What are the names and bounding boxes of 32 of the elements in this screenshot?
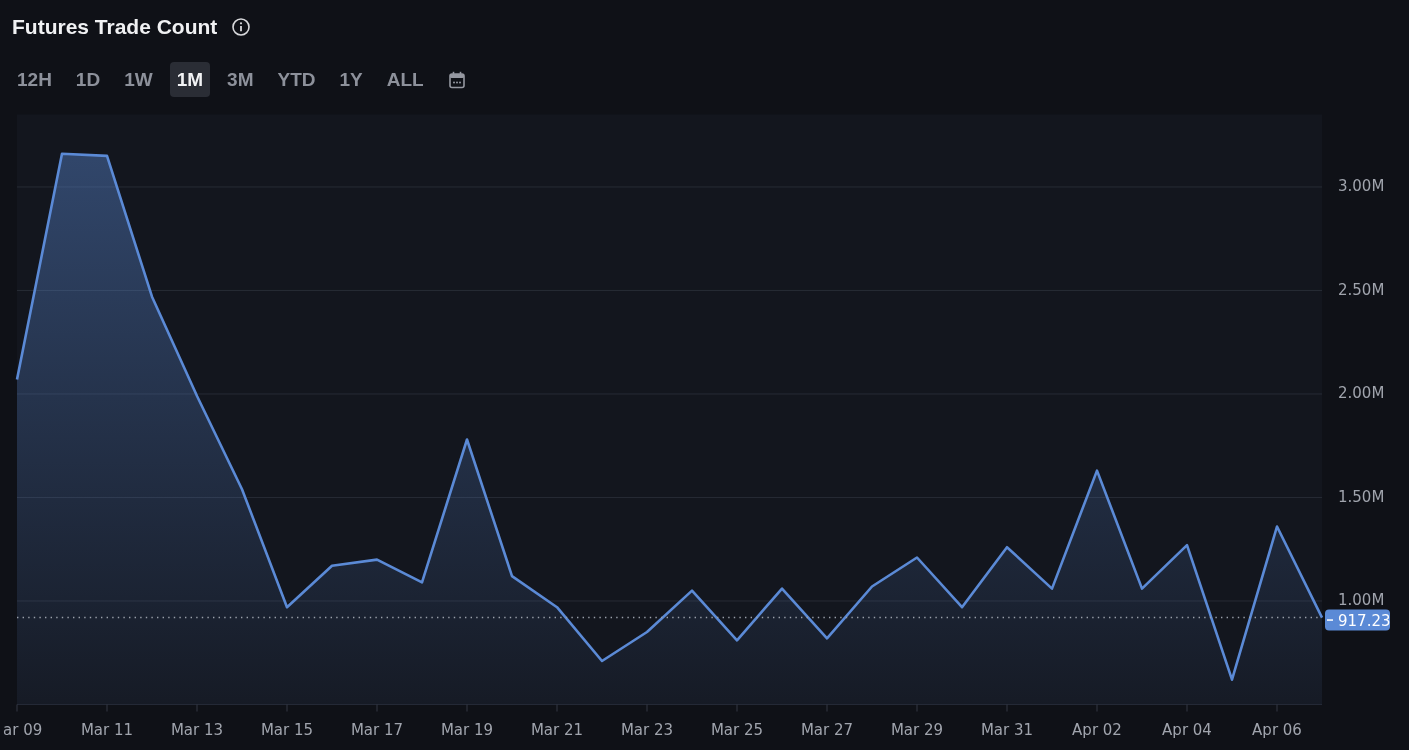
range-tab[interactable]: 12H [10,62,59,97]
y-axis-label: 2.00M [1338,384,1385,403]
x-axis-label: Mar 19 [440,721,494,739]
x-axis-label: Mar 11 [80,721,134,739]
x-axis-label: Apr 04 [1162,721,1212,739]
range-tab[interactable]: 1W [117,62,160,97]
x-axis-label: Mar 31 [980,721,1034,739]
y-axis-label: 1.00M [1338,591,1385,610]
x-axis-label: Mar 23 [620,721,674,739]
x-axis-label: Mar 17 [350,721,404,739]
info-icon[interactable] [232,18,251,36]
range-tab[interactable]: 3M [220,62,261,97]
range-tab[interactable]: ALL [379,62,431,97]
y-axis-label: 2.50M [1338,280,1385,299]
x-axis-label: ar 09 [3,721,43,739]
range-tab[interactable]: 1Y [332,62,370,97]
x-axis-label: Apr 06 [1252,721,1302,739]
chart-title: Futures Trade Count [12,15,218,39]
x-axis-label: Mar 15 [260,721,314,739]
x-axis-label: Mar 29 [890,721,944,739]
y-axis-label: 1.50M [1338,488,1385,506]
x-axis-label: Mar 13 [170,721,224,739]
range-tab[interactable]: 1M [169,62,211,97]
x-axis-label: Apr 02 [1072,721,1122,739]
x-axis-label: Mar 27 [800,721,854,739]
range-tab[interactable]: YTD [270,62,323,97]
current-value-tag: 917.23 [1325,609,1391,631]
range-tab[interactable]: 1D [68,62,108,97]
y-axis-label: 3.00M [1338,177,1385,196]
x-axis-label: Mar 25 [710,721,764,739]
x-axis-label: Mar 21 [530,721,584,739]
calendar-icon[interactable] [447,70,466,89]
